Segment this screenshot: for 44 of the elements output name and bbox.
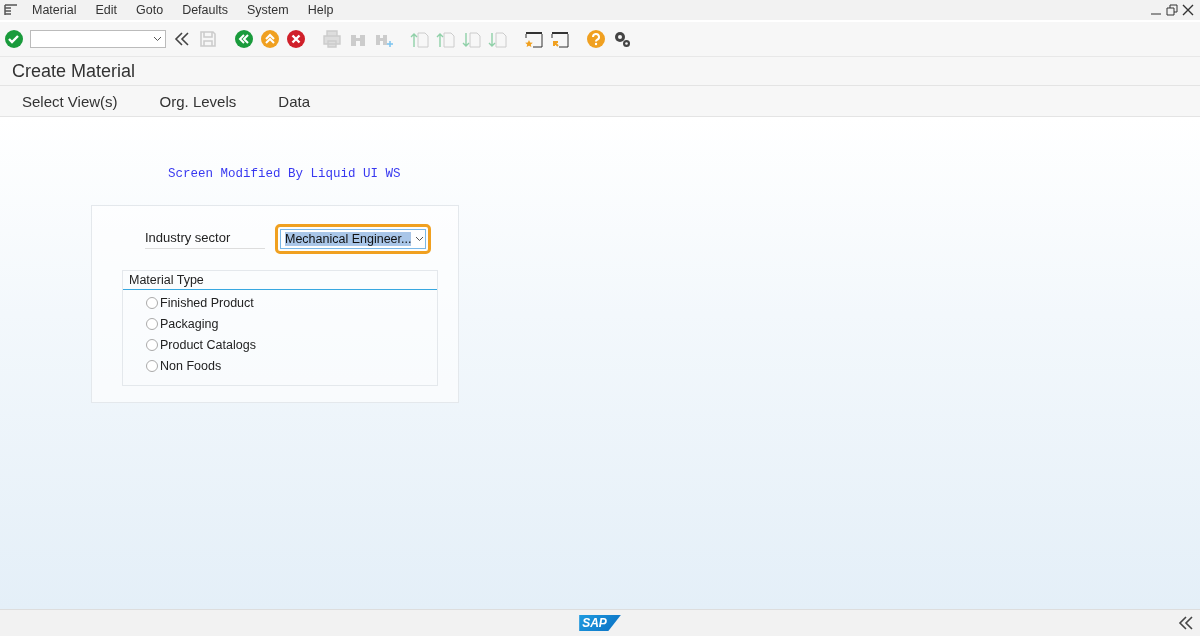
caret-icon — [153, 36, 162, 42]
up-icon[interactable] — [260, 29, 280, 49]
save-icon[interactable] — [198, 29, 218, 49]
banner-text: Screen Modified By Liquid UI WS — [168, 167, 402, 181]
radio-label: Non Foods — [160, 358, 222, 373]
cancel-icon[interactable] — [286, 29, 306, 49]
radio-button[interactable] — [146, 296, 158, 309]
double-chevron-icon[interactable] — [1178, 615, 1194, 631]
window-arrow-icon[interactable] — [550, 29, 570, 49]
previous-page-icon[interactable] — [436, 29, 456, 49]
radio-label: Finished Product — [160, 295, 254, 310]
command-field[interactable] — [30, 30, 166, 48]
menu-icon[interactable] — [4, 4, 18, 16]
printer-icon[interactable] — [322, 29, 342, 49]
window-star-icon[interactable] — [524, 29, 544, 49]
screen-title: Create Material — [0, 57, 1200, 86]
group-title: Material Type — [123, 271, 437, 290]
menu-item[interactable]: Help — [307, 3, 334, 17]
radio-button[interactable] — [146, 317, 158, 330]
menu-item[interactable]: Goto — [136, 3, 164, 17]
help-icon[interactable] — [586, 29, 606, 49]
first-page-icon[interactable] — [410, 29, 430, 49]
last-page-icon[interactable] — [488, 29, 508, 49]
logo: SAP — [579, 615, 621, 631]
radio-button[interactable] — [146, 338, 158, 351]
menu-item[interactable]: Defaults — [182, 3, 228, 17]
menu-item[interactable]: Material — [32, 3, 77, 17]
checkmark-icon[interactable] — [4, 29, 24, 49]
settings-icon[interactable] — [612, 29, 632, 49]
radio-button[interactable] — [146, 359, 158, 372]
toolbar-button[interactable]: Org. Levels — [159, 92, 237, 110]
next-page-icon[interactable] — [462, 29, 482, 49]
menu-item[interactable]: System — [247, 3, 289, 17]
menu-item[interactable]: Edit — [95, 3, 117, 17]
radio-label: Product Catalogs — [160, 337, 256, 352]
dropdown-field[interactable]: Mechanical Engineer... — [275, 224, 431, 254]
back-icon[interactable] — [234, 29, 254, 49]
restore-icon[interactable] — [1166, 4, 1178, 16]
close-icon[interactable] — [1182, 4, 1194, 16]
toolbar-button[interactable]: Select View(s) — [22, 92, 118, 110]
radio-label: Packaging — [160, 316, 219, 331]
toolbar-button[interactable]: Data — [278, 92, 310, 110]
field-label: Industry sector — [145, 229, 265, 249]
caret-icon — [415, 236, 425, 242]
